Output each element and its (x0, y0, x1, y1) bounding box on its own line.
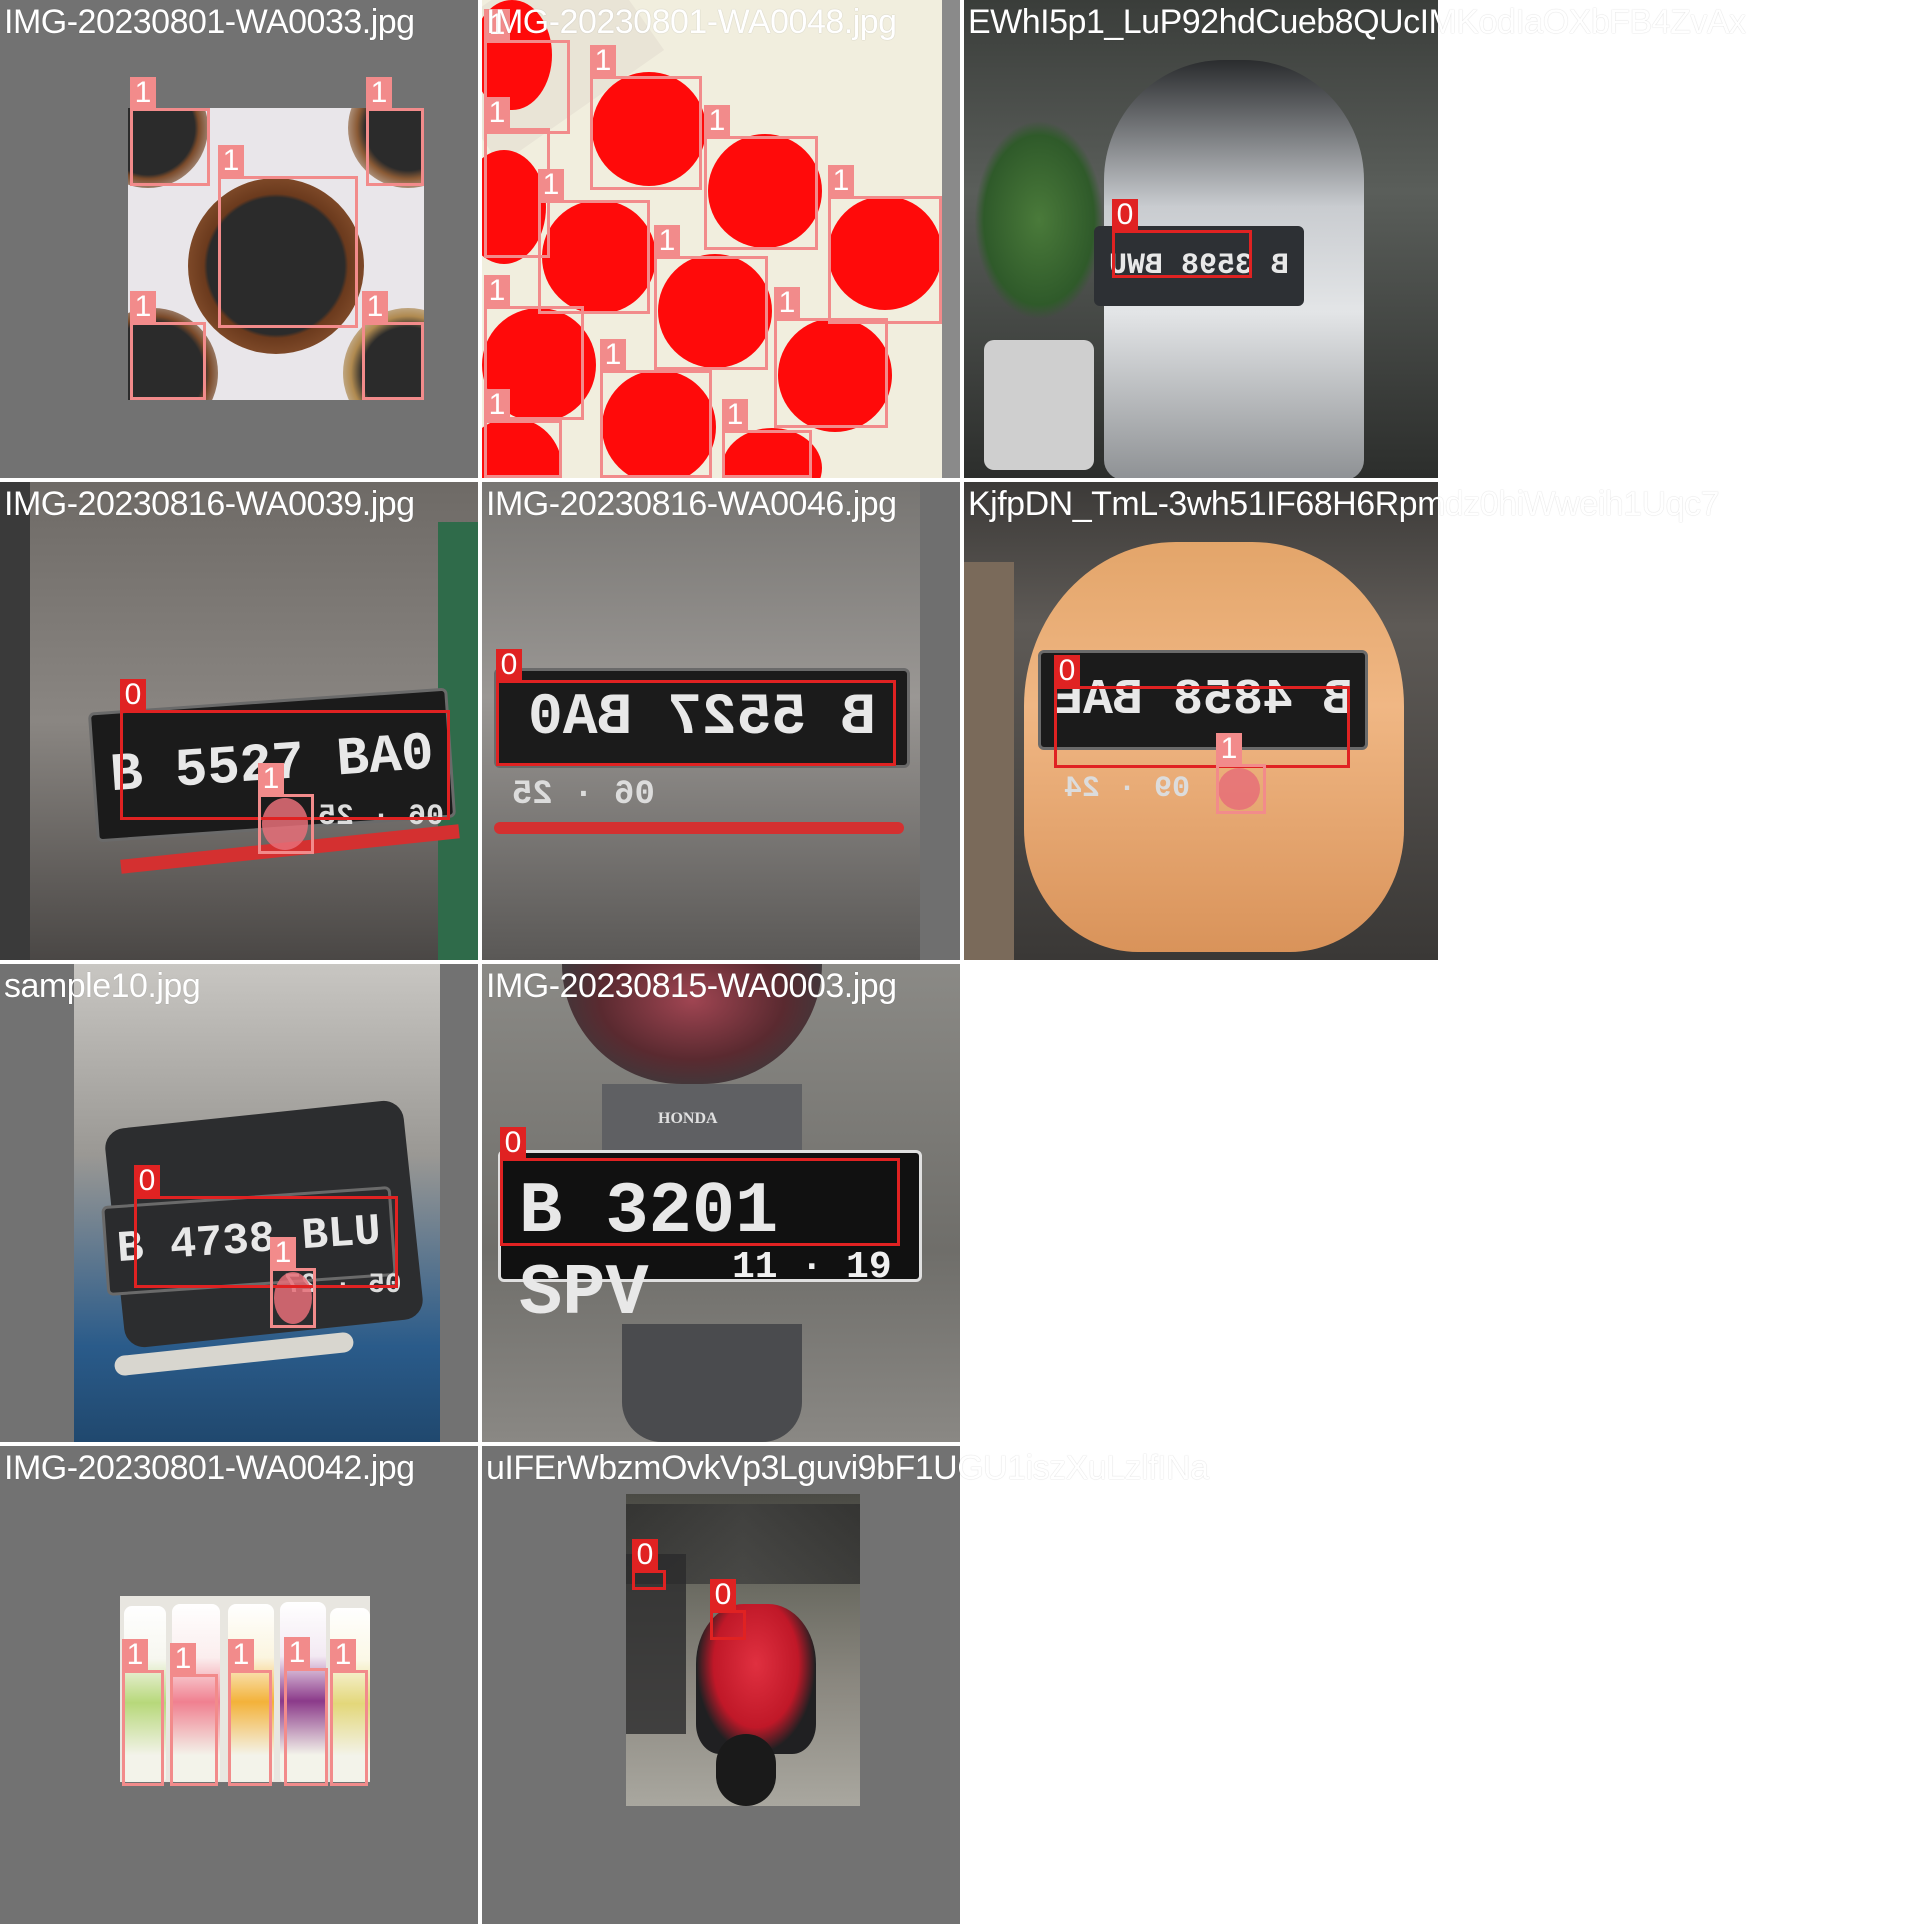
class-label: 1 (228, 1639, 254, 1671)
class-label: 1 (170, 1643, 196, 1675)
mosaic-tile: 1 1 1 1 1 IMG-20230801-WA0033.jpg (0, 0, 478, 478)
class-label: 0 (1112, 199, 1138, 231)
mosaic-tile: B 5527 BA0 06 · 25 0 1 IMG-20230816-WA00… (0, 482, 478, 960)
bbox: 1 (484, 389, 562, 478)
class-label: 1 (218, 145, 244, 177)
bbox: 1 (774, 287, 888, 428)
bbox: 1 (258, 763, 314, 854)
bbox: 0 (632, 1539, 666, 1590)
class-label: 1 (722, 399, 748, 431)
bbox: 1 (330, 1639, 368, 1786)
bbox: 1 (366, 77, 424, 186)
mosaic-tile: B 5527 BA0 06 · 25 0 IMG-20230816-WA0046… (482, 482, 960, 960)
class-label: 1 (704, 105, 730, 137)
class-label: 1 (366, 77, 392, 109)
bbox: 1 (218, 145, 358, 328)
image-filename: uIFErWbzmOvkVp3Lguvi9bF1UGU1iszXuLzlfINa (486, 1449, 1209, 1487)
bbox: 1 (130, 77, 210, 186)
class-label: 1 (590, 45, 616, 77)
image-filename: IMG-20230801-WA0048.jpg (486, 3, 897, 41)
mosaic-tile: 0 0 uIFErWbzmOvkVp3Lguvi9bF1UGU1iszXuLzl… (482, 1446, 1209, 1924)
class-label: 0 (134, 1165, 160, 1197)
class-label: 1 (1216, 733, 1242, 765)
image-filename: KjfpDN_TmL-3wh51IF68H6Rpmdz0hiWweih1Uqc7 (968, 485, 1719, 523)
bbox: 1 (1216, 733, 1266, 814)
plate-expiry: 11 · 19 (732, 1246, 892, 1289)
class-label: 1 (130, 291, 156, 323)
class-label: 1 (284, 1637, 310, 1669)
class-label: 1 (484, 275, 510, 307)
bbox: 1 (704, 105, 818, 250)
bbox: 0 (496, 649, 896, 766)
bbox: 0 (500, 1127, 900, 1246)
class-label: 1 (362, 291, 388, 323)
bbox: 1 (722, 399, 812, 478)
bbox: 0 (1054, 655, 1350, 768)
bbox: 1 (600, 339, 712, 478)
class-label: 0 (120, 679, 146, 711)
mosaic-tile: B 4738 BLU 05 · 27 0 1 sample10.jpg (0, 964, 478, 1442)
bbox: 0 (710, 1579, 746, 1640)
bbox: 0 (134, 1165, 398, 1288)
bbox: 1 (228, 1639, 272, 1786)
plate-expiry: 09 · 24 (1064, 772, 1191, 806)
mosaic-tile: 1 1 1 1 1 1 1 1 1 1 1 1 IMG-20230801-WA0… (482, 0, 960, 478)
mosaic-tile: 1 1 1 1 1 IMG-20230801-WA0042.jpg (0, 1446, 478, 1924)
class-label: 1 (600, 339, 626, 371)
class-label: 1 (484, 389, 510, 421)
class-label: 1 (654, 225, 680, 257)
bbox: 1 (538, 169, 650, 314)
class-label: 1 (258, 763, 284, 795)
class-label: 1 (828, 165, 854, 197)
image-filename: EWhI5p1_LuP92hdCueb8QUcIMKodIaOXbFB4ZvAx (968, 3, 1746, 41)
brand-badge: HONDA (658, 1110, 718, 1127)
bbox: 1 (130, 291, 206, 400)
class-label: 0 (1054, 655, 1080, 687)
image-filename: IMG-20230816-WA0046.jpg (486, 485, 897, 523)
class-label: 1 (270, 1237, 296, 1269)
mosaic-tile: B 4858 BAE 09 · 24 0 1 KjfpDN_TmL-3wh51I… (964, 482, 1719, 960)
class-label: 0 (710, 1579, 736, 1611)
class-label: 1 (484, 97, 510, 129)
image-filename: IMG-20230801-WA0033.jpg (4, 3, 415, 41)
mosaic-tile: B 3598 BWU 0 EWhI5p1_LuP92hdCueb8QUcIMKo… (964, 0, 1746, 478)
bbox: 1 (170, 1643, 218, 1786)
class-label: 1 (330, 1639, 356, 1671)
bbox: 1 (362, 291, 424, 400)
parked-motorcycles-photo (626, 1494, 860, 1806)
class-label: 1 (122, 1639, 148, 1671)
image-filename: IMG-20230815-WA0003.jpg (486, 967, 897, 1005)
bbox: 1 (122, 1639, 164, 1786)
plate-expiry: 06 · 25 (512, 776, 655, 814)
image-filename: sample10.jpg (4, 967, 201, 1005)
mosaic-tile: HONDA B 3201 SPV 11 · 19 0 IMG-20230815-… (482, 964, 960, 1442)
bbox: 1 (284, 1637, 328, 1786)
image-filename: IMG-20230816-WA0039.jpg (4, 485, 415, 523)
bbox: 1 (654, 225, 768, 370)
bbox: 0 (1112, 199, 1252, 278)
class-label: 0 (496, 649, 522, 681)
bbox: 1 (270, 1237, 316, 1328)
bbox: 1 (590, 45, 702, 190)
class-label: 1 (774, 287, 800, 319)
class-label: 1 (130, 77, 156, 109)
class-label: 0 (632, 1539, 658, 1571)
class-label: 0 (500, 1127, 526, 1159)
image-filename: IMG-20230801-WA0042.jpg (4, 1449, 415, 1487)
class-label: 1 (538, 169, 564, 201)
bbox: 1 (828, 165, 942, 324)
